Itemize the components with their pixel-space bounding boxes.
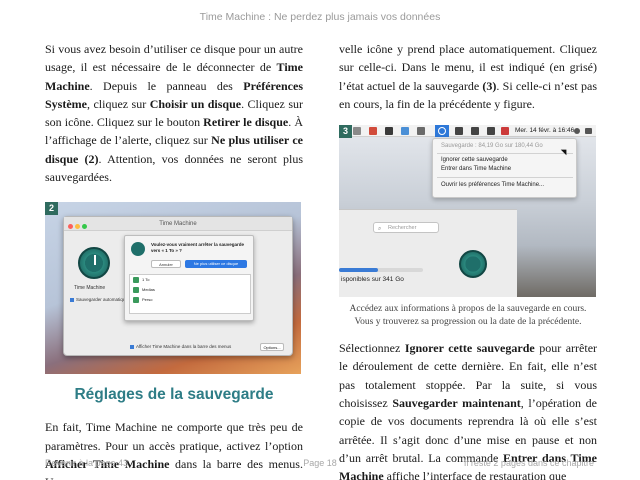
figure-caption: Accédez aux informations à propos de la … bbox=[349, 304, 587, 328]
figure-3-screenshot: Mer. 14 févr. à 16:46 3 Sauvegarde : 84,… bbox=[339, 125, 596, 298]
figure-badge: 3 bbox=[339, 125, 352, 139]
disk-row: 1 To bbox=[130, 275, 250, 285]
show-in-menubar-checkbox: Afficher Time Machine dans la barre des … bbox=[130, 344, 231, 349]
remaining-pages-text: Il reste 2 pages dans ce chapitre bbox=[463, 458, 594, 468]
options-button: Options... bbox=[260, 343, 284, 352]
backup-status: Sauvegarde : 84,19 Go sur 180,44 Go bbox=[441, 143, 543, 150]
search-field: Rechercher bbox=[373, 222, 439, 234]
time-machine-menubar-icon bbox=[435, 125, 449, 138]
preferences-window: Rechercher isponibles sur 341 Go bbox=[339, 209, 517, 298]
time-machine-window: Time Machine Time Machine Sauvegarder au… bbox=[63, 216, 293, 357]
backup-progress-bar bbox=[339, 268, 423, 273]
time-machine-menu: Sauvegarde : 84,19 Go sur 180,44 Go Igno… bbox=[432, 138, 577, 199]
disk-row: Medias bbox=[130, 285, 250, 295]
search-icon bbox=[574, 128, 580, 135]
app-icon bbox=[417, 127, 425, 136]
battery-icon bbox=[487, 127, 495, 136]
figure-badge: 2 bbox=[45, 202, 58, 216]
window-title: Time Machine bbox=[159, 221, 197, 228]
confirmation-sheet: Voulez-vous vraiment arrêter la sauvegar… bbox=[124, 235, 254, 322]
section-heading: Réglages de la sauvegarde bbox=[74, 386, 274, 404]
cancel-button: Annuler bbox=[151, 260, 181, 269]
disk-list: 1 To Medias Perso bbox=[129, 274, 251, 315]
menu-item-skip-backup: Ignorer cette sauvegarde bbox=[441, 157, 508, 164]
sheet-question: Voulez-vous vraiment arrêter la sauvegar… bbox=[151, 242, 244, 254]
wifi-icon bbox=[455, 127, 463, 136]
stop-using-disk-button: Ne plus utiliser ce disque bbox=[185, 260, 247, 269]
menubar-date: Mer. 14 févr. à 16:46 bbox=[515, 127, 575, 135]
volume-icon bbox=[471, 127, 479, 136]
menu-item-enter-time-machine: Entrer dans Time Machine bbox=[441, 166, 512, 173]
mac-menubar: Mer. 14 févr. à 16:46 bbox=[339, 125, 596, 138]
chapter-title: Time Machine : Ne perdez plus jamais vos… bbox=[199, 11, 441, 23]
app-icon bbox=[369, 127, 377, 136]
right-paragraph-1: velle icône y prend place automatiquemen… bbox=[339, 42, 597, 111]
backup-progress-fill bbox=[339, 268, 379, 273]
left-paragraph-2: En fait, Time Machine ne comporte que tr… bbox=[45, 420, 303, 480]
app-icon bbox=[385, 127, 393, 136]
app-icon bbox=[353, 127, 361, 136]
disk-row: Perso bbox=[130, 295, 250, 305]
available-space-text: isponibles sur 341 Go bbox=[341, 276, 404, 284]
time-machine-icon bbox=[78, 247, 110, 280]
flag-icon bbox=[501, 127, 509, 136]
window-titlebar: Time Machine bbox=[64, 217, 292, 232]
app-icon bbox=[401, 127, 409, 136]
left-paragraph-1: Si vous avez besoin d’utiliser ce disque… bbox=[45, 42, 304, 185]
menu-separator bbox=[437, 153, 573, 155]
list-icon bbox=[585, 128, 592, 135]
window-traffic-lights bbox=[68, 221, 89, 235]
time-machine-icon bbox=[459, 250, 487, 279]
figure-2-screenshot: 2 Time Machine Time Machine Sauvegarder … bbox=[45, 202, 301, 375]
menu-separator bbox=[437, 177, 573, 179]
menu-item-open-preferences: Ouvrir les préférences Time Machine... bbox=[441, 182, 545, 189]
left-column: Si vous avez besoin d’utiliser ce disque… bbox=[45, 40, 303, 480]
time-machine-icon bbox=[131, 242, 145, 257]
app-label: Time Machine bbox=[74, 285, 106, 292]
right-column: velle icône y prend place automatiquemen… bbox=[339, 40, 597, 480]
